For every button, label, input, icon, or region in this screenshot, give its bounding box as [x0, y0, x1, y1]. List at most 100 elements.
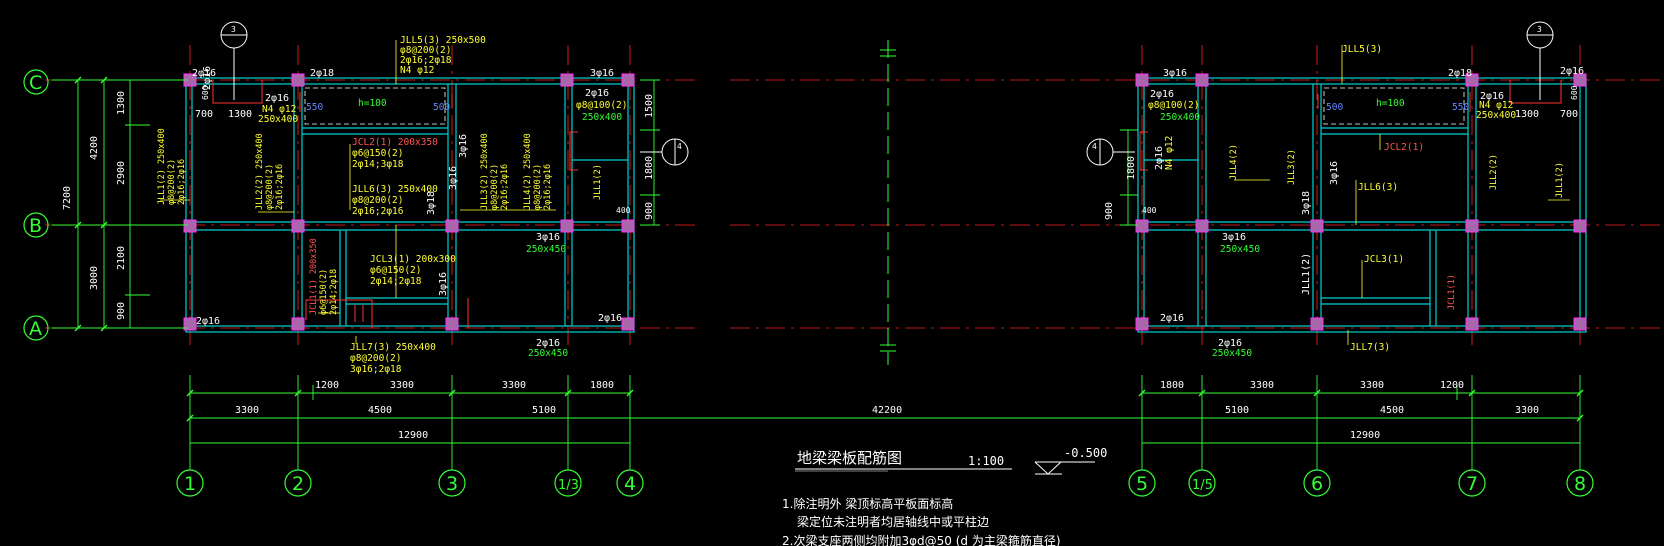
axis-label-8: 8 [1574, 473, 1586, 495]
section-mark-left-side: 4 [677, 142, 682, 151]
jcl1-l1: JCL1(1) 200x350 [309, 238, 319, 315]
jcl3-l3: 2φ14;2φ18 [370, 276, 422, 287]
r-jll7: JLL7(3) [1350, 342, 1390, 353]
beam-c1-l2: 250x400 [258, 114, 298, 125]
misc-l-2: 3φ16 [438, 272, 449, 296]
r-misc-13: JLL1(2) [1301, 253, 1312, 295]
misc-l-7: 250x450 [528, 348, 568, 359]
dim-r1-1200: 1200 [1440, 380, 1464, 391]
r-jll6: JLL6(3) [1358, 182, 1398, 193]
elevation-value: -0.500 [1064, 446, 1107, 460]
rdim-600: 600 [1570, 85, 1579, 100]
jcl3-l2: φ6@150(2) [370, 265, 421, 276]
dim-r1-3300b: 3300 [1360, 380, 1384, 391]
dim-700: 700 [195, 109, 213, 120]
r-misc-1: 2φ18 [1448, 68, 1472, 79]
axis-label-5: 5 [1136, 473, 1148, 495]
r-jll5: JLL5(3) [1342, 44, 1382, 55]
r-jll4: JLL4(2) [1229, 144, 1239, 180]
axis-label-1-3: 1/3 [558, 478, 579, 493]
axis-label-1: 1 [184, 473, 196, 495]
r-misc-8: 2φ16 [1160, 313, 1184, 324]
cad-drawing-canvas[interactable]: { "drawing": { "title": "地梁梁板配筋图", "scal… [0, 0, 1664, 546]
dim-r2-5100: 5100 [1225, 405, 1249, 416]
bar-c5: 2φ16 [585, 88, 609, 99]
note-1b: 梁定位未注明者均居轴线中或平柱边 [797, 514, 989, 529]
rdim-400: 400 [1142, 206, 1157, 215]
r-misc-4: 3φ16 [1222, 232, 1246, 243]
rdim-700: 700 [1560, 109, 1578, 120]
note-2: 2.次梁支座两侧均附加3φd@50 (d 为主梁箍筋直径) [782, 533, 1061, 546]
jll7-l1: JLL7(3) 250x400 [350, 342, 436, 353]
r-misc-6: 3φ18 [1301, 191, 1312, 215]
dim-rplan-900: 900 [1104, 202, 1115, 220]
misc-l-0: 3φ18 [426, 191, 437, 215]
jll5-l4: N4 φ12 [400, 65, 434, 76]
jll6-l3: 2φ16;2φ16 [352, 206, 404, 217]
beam-13-l1: φ8@100(2) [576, 100, 627, 111]
drawing-scale: 1:100 [968, 454, 1004, 468]
h-100-left: h=100 [358, 98, 387, 109]
r-jll2: JLL2(2) [1489, 154, 1499, 190]
r-misc-0: 3φ16 [1163, 68, 1187, 79]
jll6-l2: φ8@200(2) [352, 195, 403, 206]
dim-1300: 1300 [228, 109, 252, 120]
jcl2-l3: 2φ14;3φ18 [352, 159, 404, 170]
section-mark-right-side: 4 [1092, 142, 1097, 151]
r-jcl2: JCL2(1) [1384, 142, 1424, 153]
section-mark-left-top: 3 [231, 25, 236, 34]
jll4-l3: 2φ16;2φ16 [543, 164, 553, 210]
jcl2-l2: φ6@150(2) [352, 148, 403, 159]
dim-right-total: 12900 [1350, 430, 1380, 441]
jll3-l1: JLL3(2) 250x400 [480, 133, 490, 210]
note-1: 1.除注明外 梁顶标高平板面标高 [782, 496, 953, 511]
dim-rplan-1800: 1800 [1126, 156, 1137, 180]
dim-right-1500: 1500 [644, 94, 655, 118]
dim-left-4200: 4200 [89, 136, 100, 160]
jll4-l2: φ8@200(2) [533, 164, 543, 210]
section-mark-right-top: 3 [1537, 25, 1542, 34]
jcl1-l3: 2φ14;2φ18 [329, 269, 339, 315]
misc-l-11: JLL1(2) [593, 164, 603, 200]
bar-c3: 3φ16 [590, 68, 614, 79]
jll1-l1: JLL1(2) 250x400 [157, 128, 167, 205]
dim-left-3000: 3000 [89, 266, 100, 290]
dim-r1-1800: 1800 [1160, 380, 1184, 391]
axis-label-7: 7 [1466, 473, 1478, 495]
misc-l-8: 2φ16 [202, 66, 213, 90]
dim-left-2900: 2900 [116, 161, 127, 185]
dim-left-total: 12900 [398, 430, 428, 441]
jll7-l3: 3φ16;2φ18 [350, 364, 402, 375]
r-jcl3: JCL3(1) [1364, 254, 1404, 265]
misc-l-6: 2φ16 [598, 313, 622, 324]
dim-r2-3300: 3300 [1515, 405, 1539, 416]
jcl2-l1: JCL2(1) 200x350 [352, 137, 438, 148]
dim-b1-1200: 1200 [315, 380, 339, 391]
r-beam-left-l3: 250x400 [1160, 112, 1200, 123]
dim-right-900: 900 [644, 202, 655, 220]
axis-label-A: A [29, 318, 42, 340]
jll3-l3: 2φ16;2φ16 [500, 164, 510, 210]
rdim-500: 500 [1326, 102, 1343, 113]
dim-left-900: 900 [116, 302, 127, 320]
r-misc-12: N4 φ12 [1164, 136, 1175, 170]
dim-left-2100: 2100 [116, 246, 127, 270]
dim-b1-3300a: 3300 [390, 380, 414, 391]
r-jcl1: JCL1(1) [1447, 274, 1457, 310]
r-misc-10: 250x450 [1212, 348, 1252, 359]
dim-overall: 42200 [872, 405, 902, 416]
misc-l-3: 3φ16 [536, 232, 560, 243]
jll2-l1: JLL2(2) 250x400 [255, 133, 265, 210]
axis-label-4: 4 [624, 473, 636, 495]
misc-l-4: 250x450 [526, 244, 566, 255]
r-misc-7: 3φ16 [1329, 161, 1340, 185]
bar-c2: 2φ18 [310, 68, 334, 79]
dim-left-1300: 1300 [116, 91, 127, 115]
r-jll3: JLL3(2) [1287, 149, 1297, 185]
dim-500: 500 [433, 102, 450, 113]
h-100-right: h=100 [1376, 98, 1405, 109]
dim-b2-3300: 3300 [235, 405, 259, 416]
misc-l-10: 3φ16 [448, 166, 459, 190]
dim-b1-1800: 1800 [590, 380, 614, 391]
jll1-l2: φ8@200(2) [167, 159, 177, 205]
